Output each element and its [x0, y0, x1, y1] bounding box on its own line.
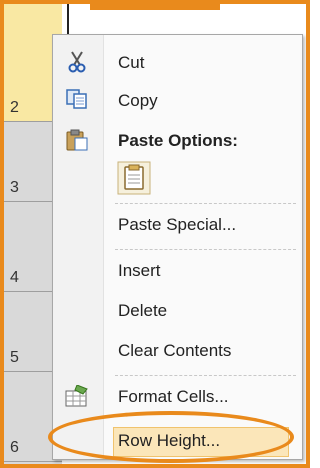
annotation-frame-tab	[90, 0, 220, 10]
annotation-frame	[0, 0, 310, 468]
annotation-oval	[48, 411, 294, 463]
